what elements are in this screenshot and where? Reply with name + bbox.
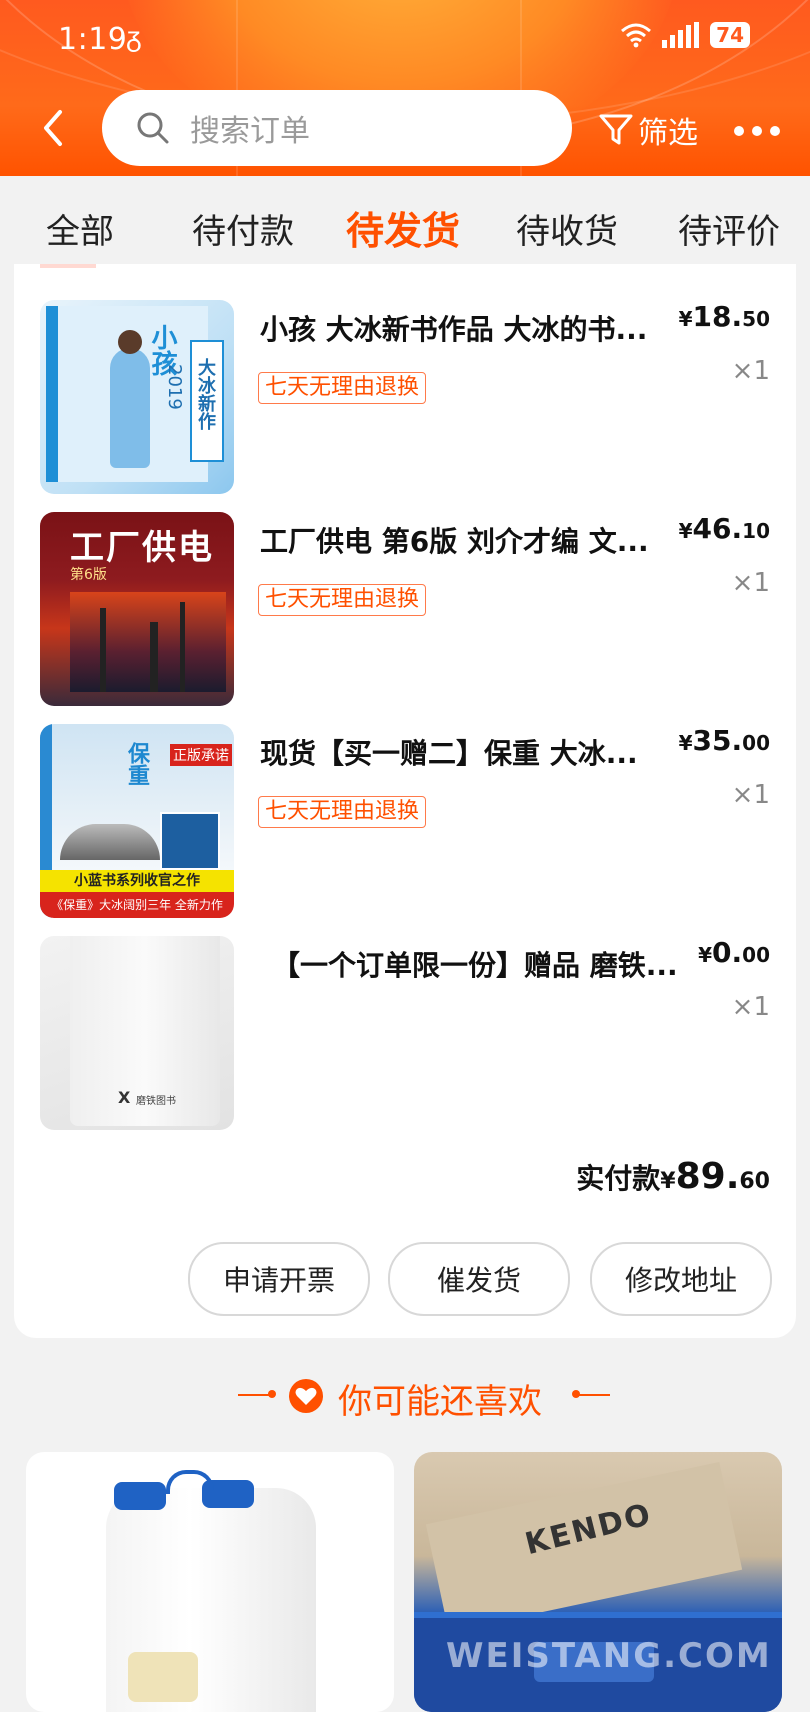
filter-icon — [599, 114, 633, 145]
order-item[interactable]: X 磨铁图书 【一个订单限一份】赠品 磨铁... ¥0.00 ×1 — [14, 900, 796, 1130]
product-title[interactable]: 工厂供电 第6版 刘介才编 文... — [260, 520, 680, 560]
order-tabs: 全部 待付款 待发货 待收货 待评价 — [0, 176, 810, 264]
product-title[interactable]: 小孩 大冰新书作品 大冰的书... — [260, 308, 680, 348]
cover-year: 2019 — [164, 364, 185, 410]
product-image[interactable]: X 磨铁图书 — [40, 936, 234, 1130]
signal-icon — [662, 22, 700, 48]
order-item[interactable]: 小孩 大冰新作 2019 小孩 大冰新书作品 大冰的书... 七天无理由退换 ¥… — [14, 264, 796, 494]
product-price: ¥46.10 — [678, 512, 770, 545]
back-arrow-icon[interactable] — [40, 108, 66, 148]
brand-logo: X — [118, 1088, 131, 1107]
product-title[interactable]: 【一个订单限一份】赠品 磨铁... — [272, 944, 702, 984]
cover-subtitle: 大冰新作 — [195, 358, 216, 430]
cover-edition: 第6版 — [70, 567, 107, 583]
search-icon — [137, 112, 169, 144]
filter-label: 筛选 — [638, 116, 698, 151]
recommendation-header: 你可能还喜欢 — [0, 1366, 810, 1426]
product-price: ¥0.00 — [698, 936, 770, 969]
cover-brand: 磨铁图书 — [136, 1096, 176, 1107]
tab-pending-review[interactable]: 待评价 — [678, 204, 780, 253]
divider — [238, 1394, 270, 1396]
status-icons: 74 — [620, 22, 750, 48]
order-item[interactable]: 工厂供电 第6版 工厂供电 第6版 刘介才编 文... 七天无理由退换 ¥46.… — [14, 476, 796, 706]
product-price: ¥18.50 — [678, 300, 770, 333]
divider — [268, 1390, 276, 1398]
cover-title: 工厂供电 — [70, 528, 214, 568]
request-invoice-button[interactable]: 申请开票 — [188, 1242, 370, 1316]
cover-badge: 正版承诺 — [170, 744, 232, 766]
order-card: 小孩 大冰新作 2019 小孩 大冰新书作品 大冰的书... 七天无理由退换 ¥… — [14, 264, 796, 1338]
product-image[interactable]: 保重 正版承诺 小蓝书系列收官之作 《保重》大冰阔别三年 全新力作 — [40, 724, 234, 918]
carrier-icon: ᵹ — [126, 20, 142, 53]
product-title[interactable]: 现货【买一赠二】保重 大冰... — [260, 732, 680, 772]
divider — [578, 1394, 610, 1396]
watermark: WEISTANG.COM — [446, 1636, 772, 1676]
product-quantity: ×1 — [731, 568, 770, 598]
change-address-button[interactable]: 修改地址 — [590, 1242, 772, 1316]
tab-pending-shipment[interactable]: 待发货 — [346, 200, 460, 255]
more-icon[interactable] — [734, 126, 780, 136]
battery-icon: 74 — [710, 22, 750, 48]
return-policy-badge: 七天无理由退换 — [258, 796, 427, 828]
product-price: ¥35.00 — [678, 724, 770, 757]
product-quantity: ×1 — [731, 356, 770, 386]
recommended-product-card[interactable] — [26, 1452, 394, 1712]
product-quantity: ×1 — [731, 992, 770, 1022]
cover-title: 保重 — [124, 742, 149, 786]
filter-button[interactable]: 筛选 — [598, 108, 698, 152]
tab-all[interactable]: 全部 — [46, 204, 114, 253]
tab-pending-receipt[interactable]: 待收货 — [516, 204, 618, 253]
return-policy-badge: 七天无理由退换 — [258, 584, 427, 616]
status-time: 1:19 — [58, 22, 128, 57]
wifi-icon — [621, 23, 652, 48]
search-placeholder: 搜索订单 — [190, 114, 310, 149]
return-policy-badge: 七天无理由退换 — [258, 372, 427, 404]
product-image[interactable]: 小孩 大冰新作 2019 — [40, 300, 234, 494]
tab-pending-payment[interactable]: 待付款 — [192, 204, 294, 253]
total-label: 实付款 — [576, 1162, 661, 1195]
heart-icon — [289, 1379, 323, 1413]
recommendation-title: 你可能还喜欢 — [338, 1382, 542, 1422]
urge-shipment-button[interactable]: 催发货 — [388, 1242, 570, 1316]
product-quantity: ×1 — [731, 780, 770, 810]
search-input[interactable]: 搜索订单 — [102, 90, 572, 166]
header-bar: 1:19 ᵹ 74 搜索订单 筛选 — [0, 0, 810, 176]
order-total: 实付款¥89.60 — [576, 1156, 770, 1197]
product-image[interactable]: 工厂供电 第6版 — [40, 512, 234, 706]
cover-banner: 小蓝书系列收官之作 — [40, 870, 234, 892]
order-item[interactable]: 保重 正版承诺 小蓝书系列收官之作 《保重》大冰阔别三年 全新力作 现货【买一赠… — [14, 688, 796, 918]
